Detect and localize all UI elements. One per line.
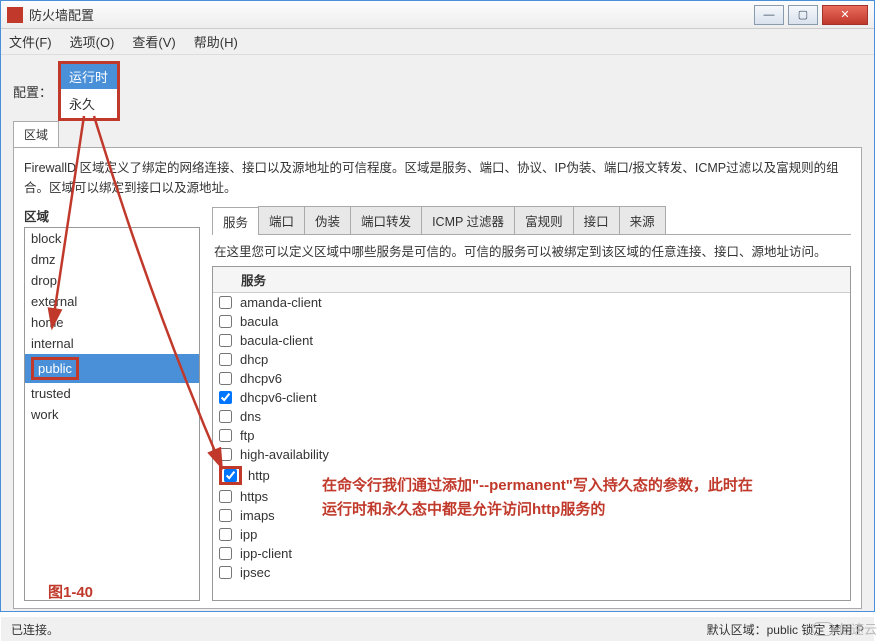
zone-item-drop[interactable]: drop <box>25 270 199 291</box>
service-item-ftp[interactable]: ftp <box>213 426 850 445</box>
service-checkbox-imaps[interactable] <box>219 509 232 522</box>
service-checkbox-ipp[interactable] <box>219 528 232 541</box>
service-label: amanda-client <box>240 295 322 310</box>
watermark: 亿速云 <box>812 619 877 638</box>
minimize-button[interactable]: — <box>754 5 784 25</box>
service-label: bacula <box>240 314 278 329</box>
tab-7[interactable]: 来源 <box>619 206 666 234</box>
service-checkbox-amanda-client[interactable] <box>219 296 232 309</box>
service-label: dns <box>240 409 261 424</box>
tab-3[interactable]: 端口转发 <box>350 206 422 234</box>
cloud-icon <box>812 622 834 636</box>
service-label: dhcpv6-client <box>240 390 317 405</box>
service-checkbox-https[interactable] <box>219 490 232 503</box>
service-checkbox-http[interactable] <box>224 469 237 482</box>
service-checkbox-ipp-client[interactable] <box>219 547 232 560</box>
service-column-header: 服务 <box>213 267 850 293</box>
config-dropdown[interactable]: 运行时 永久 <box>58 61 120 121</box>
status-left: 已连接。 <box>11 621 59 638</box>
zone-item-external[interactable]: external <box>25 291 199 312</box>
service-label: bacula-client <box>240 333 313 348</box>
service-checkbox-high-availability[interactable] <box>219 448 232 461</box>
tab-1[interactable]: 端口 <box>258 206 305 234</box>
service-item-ipsec[interactable]: ipsec <box>213 563 850 582</box>
service-item-bacula[interactable]: bacula <box>213 312 850 331</box>
zone-item-trusted[interactable]: trusted <box>25 383 199 404</box>
config-opt-permanent[interactable]: 永久 <box>61 89 117 118</box>
service-label: ipsec <box>240 565 270 580</box>
service-item-dhcpv6[interactable]: dhcpv6 <box>213 369 850 388</box>
service-label: dhcp <box>240 352 268 367</box>
service-checkbox-dhcpv6-client[interactable] <box>219 391 232 404</box>
tab-2[interactable]: 伪装 <box>304 206 351 234</box>
service-checkbox-dhcpv6[interactable] <box>219 372 232 385</box>
zone-list[interactable]: blockdmzdropexternalhomeinternalpublictr… <box>24 227 200 601</box>
service-item-amanda-client[interactable]: amanda-client <box>213 293 850 312</box>
zone-item-block[interactable]: block <box>25 228 199 249</box>
service-label: ipp <box>240 527 257 542</box>
service-tabs: 服务端口伪装端口转发ICMP 过滤器富规则接口来源 <box>212 206 851 235</box>
service-checkbox-bacula-client[interactable] <box>219 334 232 347</box>
service-checkbox-ftp[interactable] <box>219 429 232 442</box>
window-title: 防火墙配置 <box>29 5 754 24</box>
description-text: FirewallD 区域定义了绑定的网络连接、接口以及源地址的可信程度。区域是服… <box>24 158 851 198</box>
menu-help[interactable]: 帮助(H) <box>194 32 238 51</box>
figure-label: 图1-40 <box>48 581 93 602</box>
app-icon <box>7 7 23 23</box>
service-label: dhcpv6 <box>240 371 282 386</box>
tab-6[interactable]: 接口 <box>573 206 620 234</box>
annotation-text: 在命令行我们通过添加"--permanent"写入持久态的参数，此时在 运行时和… <box>322 474 872 522</box>
menu-file[interactable]: 文件(F) <box>9 32 52 51</box>
service-label: imaps <box>240 508 275 523</box>
zone-item-dmz[interactable]: dmz <box>25 249 199 270</box>
service-checkbox-bacula[interactable] <box>219 315 232 328</box>
zone-item-internal[interactable]: internal <box>25 333 199 354</box>
service-list[interactable]: 服务 amanda-client bacula bacula-client dhcp d… <box>212 266 851 601</box>
service-checkbox-dns[interactable] <box>219 410 232 423</box>
service-label: https <box>240 489 268 504</box>
service-description: 在这里您可以定义区域中哪些服务是可信的。可信的服务可以被绑定到该区域的任意连接、… <box>212 235 851 266</box>
service-item-dhcp[interactable]: dhcp <box>213 350 850 369</box>
zones-header: 区域 <box>24 206 200 225</box>
service-label: ipp-client <box>240 546 292 561</box>
config-opt-runtime[interactable]: 运行时 <box>61 64 117 89</box>
service-item-dhcpv6-client[interactable]: dhcpv6-client <box>213 388 850 407</box>
menu-options[interactable]: 选项(O) <box>70 32 115 51</box>
zone-item-public[interactable]: public <box>25 354 199 383</box>
service-item-bacula-client[interactable]: bacula-client <box>213 331 850 350</box>
maximize-button[interactable]: ▢ <box>788 5 818 25</box>
tab-4[interactable]: ICMP 过滤器 <box>421 206 515 234</box>
zone-tab[interactable]: 区域 <box>13 121 59 147</box>
zone-item-work[interactable]: work <box>25 404 199 425</box>
menu-view[interactable]: 查看(V) <box>132 32 175 51</box>
tab-0[interactable]: 服务 <box>212 207 259 235</box>
service-checkbox-dhcp[interactable] <box>219 353 232 366</box>
tab-5[interactable]: 富规则 <box>514 206 574 234</box>
config-label: 配置： <box>13 82 52 101</box>
service-label: ftp <box>240 428 254 443</box>
service-label: high-availability <box>240 447 329 462</box>
zone-item-home[interactable]: home <box>25 312 199 333</box>
service-item-ipp[interactable]: ipp <box>213 525 850 544</box>
close-button[interactable]: ✕ <box>822 5 868 25</box>
service-checkbox-ipsec[interactable] <box>219 566 232 579</box>
service-item-ipp-client[interactable]: ipp-client <box>213 544 850 563</box>
service-item-high-availability[interactable]: high-availability <box>213 445 850 464</box>
service-label: http <box>248 468 270 483</box>
service-item-dns[interactable]: dns <box>213 407 850 426</box>
